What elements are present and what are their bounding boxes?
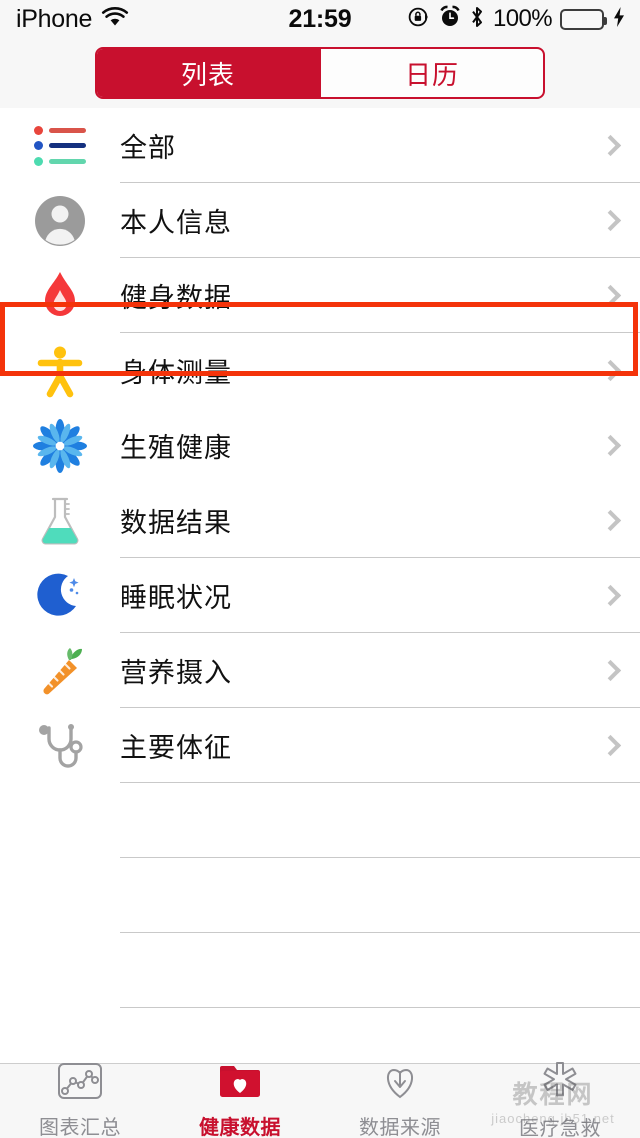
list-item-label: 生殖健康 (120, 433, 232, 463)
tab-label: 医疗急救 (519, 1118, 601, 1138)
battery-icon (560, 8, 607, 30)
chevron-right-icon (580, 659, 640, 682)
list-item-label: 营养摄入 (120, 658, 232, 688)
segment-calendar[interactable]: 日历 (321, 49, 543, 97)
tab-bar: 图表汇总 健康数据 数据来源 医疗急救 (0, 1061, 640, 1138)
list-item-results[interactable]: 数据结果 (0, 483, 640, 558)
medical-asterisk-icon (537, 1061, 583, 1106)
list-item-sleep[interactable]: 睡眠状况 (0, 558, 640, 633)
tab-label: 数据来源 (359, 1117, 441, 1138)
list-item-reproductive-health[interactable]: 生殖健康 (0, 408, 640, 483)
empty-row (0, 783, 640, 858)
tab-label: 健康数据 (199, 1117, 281, 1138)
health-category-list: 全部 本人信息 健身数据 身体测量 生殖健康 数据结果 睡眠状况 营养摄入 主要… (0, 108, 640, 1083)
tab-health-data[interactable]: 健康数据 (160, 1064, 320, 1138)
chevron-right-icon (580, 734, 640, 757)
list-item-label: 睡眠状况 (120, 583, 232, 613)
chevron-right-icon (580, 359, 640, 382)
health-folder-icon (217, 1062, 263, 1105)
list-item-fitness-data[interactable]: 健身数据 (0, 258, 640, 333)
flask-icon (0, 493, 120, 549)
tab-chart-summary[interactable]: 图表汇总 (0, 1062, 160, 1138)
segmented-control-container: 列表 日历 (0, 38, 640, 108)
list-item-label: 主要体征 (120, 733, 232, 763)
flame-icon (0, 268, 120, 324)
list-item-label: 数据结果 (120, 508, 232, 538)
list-item-nutrition[interactable]: 营养摄入 (0, 633, 640, 708)
empty-row (0, 858, 640, 933)
status-bar-right: 100% (407, 5, 626, 34)
chevron-right-icon (580, 434, 640, 457)
chevron-right-icon (580, 509, 640, 532)
charging-bolt-icon (612, 6, 626, 33)
list-lines-icon (0, 125, 120, 166)
tab-medical-id[interactable]: 医疗急救 (480, 1061, 640, 1138)
chart-summary-icon (57, 1062, 103, 1105)
chevron-right-icon (580, 584, 640, 607)
list-item-personal-info[interactable]: 本人信息 (0, 183, 640, 258)
list-item-body-measurements[interactable]: 身体测量 (0, 333, 640, 408)
list-item-vitals[interactable]: 主要体征 (0, 708, 640, 783)
rotation-lock-icon (407, 5, 431, 34)
stethoscope-icon (0, 718, 120, 774)
list-item-label: 本人信息 (120, 208, 232, 238)
carrot-icon (0, 643, 120, 699)
chevron-right-icon (580, 284, 640, 307)
alarm-clock-icon (439, 5, 461, 33)
flower-icon (0, 418, 120, 474)
segment-list[interactable]: 列表 (97, 49, 319, 97)
moon-icon (0, 568, 120, 624)
battery-percent-label: 100% (493, 5, 553, 32)
body-figure-icon (0, 343, 120, 399)
chevron-right-icon (580, 209, 640, 232)
list-item-label: 全部 (120, 133, 176, 163)
segmented-control[interactable]: 列表 日历 (95, 47, 545, 99)
chevron-right-icon (580, 134, 640, 157)
person-avatar-icon (0, 193, 120, 249)
iphone-health-screen: iPhone 21:59 100% 列表 日历 全部 本人信息 健身数据 身体测… (0, 0, 640, 1138)
list-item-label: 健身数据 (120, 283, 232, 313)
bluetooth-icon (469, 5, 485, 34)
list-item-label: 身体测量 (120, 358, 232, 388)
empty-row (0, 933, 640, 1008)
tab-data-sources[interactable]: 数据来源 (320, 1064, 480, 1138)
list-item-all[interactable]: 全部 (0, 108, 640, 183)
status-bar: iPhone 21:59 100% (0, 0, 640, 38)
tab-label: 图表汇总 (39, 1117, 121, 1138)
heart-download-icon (377, 1062, 423, 1105)
